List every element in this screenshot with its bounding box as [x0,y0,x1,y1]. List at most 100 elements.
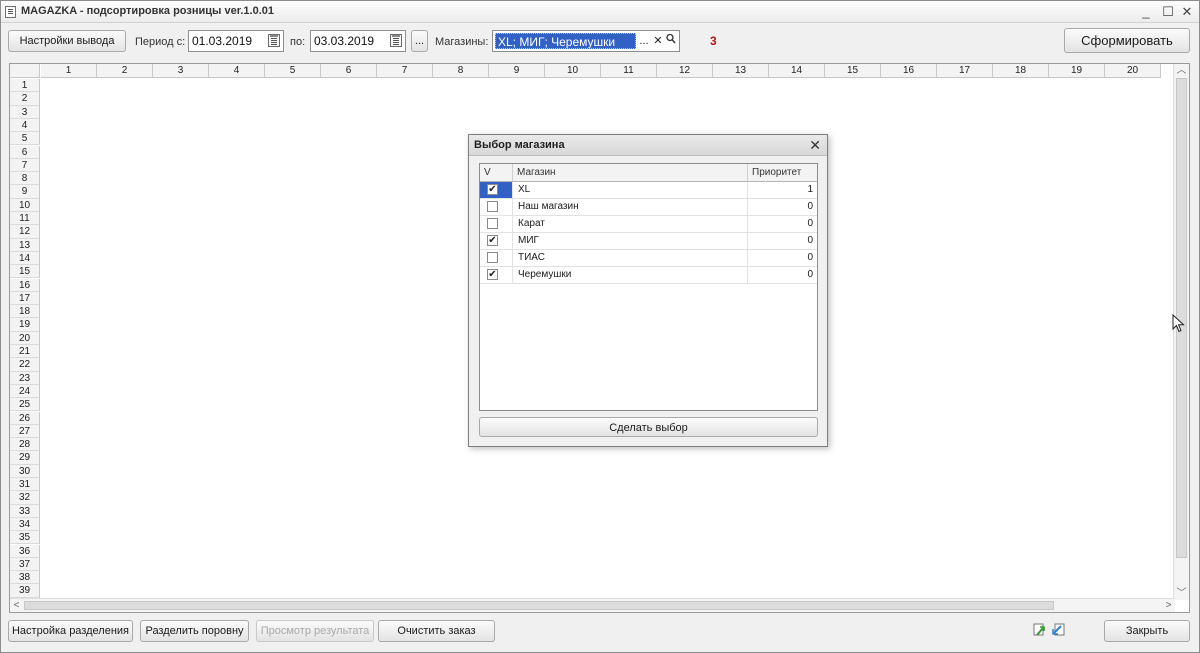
sheet-row-header[interactable]: 11 [10,212,40,226]
sheet-column-header[interactable]: 4 [209,64,265,78]
sheet-column-header[interactable]: 19 [1049,64,1105,78]
sheet-column-header[interactable]: 5 [265,64,321,78]
sheet-row-header[interactable]: 25 [10,398,40,412]
sheet-row-header[interactable]: 29 [10,451,40,465]
sheet-row-header[interactable]: 4 [10,118,40,133]
sheet-row-header[interactable]: 12 [10,225,40,239]
sheet-row-header[interactable]: 36 [10,544,40,558]
store-row[interactable]: ТИАС 0 [480,250,817,267]
sheet-row-header[interactable]: 3 [10,105,40,119]
sheet-column-header[interactable]: 20 [1105,64,1161,78]
sheet-row-header[interactable]: 21 [10,345,40,359]
date-to-field[interactable]: 03.03.2019 [310,30,406,52]
sheet-row-header[interactable]: 32 [10,491,40,505]
sheet-row-header[interactable]: 8 [10,172,40,186]
sheet-column-header[interactable]: 12 [657,64,713,78]
sheet-column-header[interactable]: 16 [881,64,937,78]
sheet-row-header[interactable]: 14 [10,251,40,266]
scroll-right-icon[interactable]: > [1162,599,1175,612]
import-icon[interactable] [1051,623,1065,637]
sheet-row-header[interactable]: 16 [10,278,40,292]
sheet-column-header[interactable]: 6 [321,64,377,78]
store-checkbox[interactable]: ✔ [487,235,498,246]
store-priority-cell[interactable]: 0 [748,267,817,283]
sheet-row-header[interactable]: 18 [10,305,40,319]
sheet-column-header[interactable]: 7 [377,64,433,78]
sheet-row-header[interactable]: 19 [10,318,40,332]
sheet-row-header[interactable]: 28 [10,438,40,452]
close-icon[interactable]: ✕ [809,137,821,154]
sheet-row-header[interactable]: 5 [10,132,40,146]
make-selection-button[interactable]: Сделать выбор [479,417,818,437]
store-priority-cell[interactable]: 0 [748,216,817,232]
sheet-row-header[interactable]: 38 [10,571,40,585]
sheet-column-header[interactable]: 15 [825,64,881,78]
split-settings-button[interactable]: Настройка разделения [8,620,133,642]
sheet-row-header[interactable]: 31 [10,478,40,492]
search-icon[interactable] [665,33,677,49]
store-row[interactable]: Наш магазин 0 [480,199,817,216]
sheet-row-header[interactable]: 15 [10,265,40,279]
sheet-row-header[interactable]: 39 [10,584,40,598]
sheet-row-header[interactable]: 37 [10,557,40,572]
store-priority-cell[interactable]: 0 [748,233,817,249]
column-header-check[interactable]: V [480,164,513,182]
store-checkbox[interactable] [487,218,498,229]
sheet-row-header[interactable]: 34 [10,517,40,532]
sheet-row-header[interactable]: 24 [10,384,40,399]
sheet-column-header[interactable]: 13 [713,64,769,78]
sheet-row-header[interactable]: 30 [10,464,40,478]
store-row[interactable]: ✔ Черемушки 0 [480,267,817,284]
sheet-column-header[interactable]: 17 [937,64,993,78]
sheet-column-header[interactable]: 1 [41,64,97,78]
sheet-row-header[interactable]: 13 [10,238,40,252]
sheet-column-header[interactable]: 3 [153,64,209,78]
calendar-icon[interactable] [268,34,280,47]
store-row[interactable]: Карат 0 [480,216,817,233]
store-priority-cell[interactable]: 0 [748,250,817,266]
export-icon[interactable] [1033,623,1047,637]
sheet-column-header[interactable]: 11 [601,64,657,78]
sheet-row-header[interactable]: 35 [10,531,40,545]
sheet-row-header[interactable]: 26 [10,411,40,425]
minimize-button[interactable]: _ [1137,3,1155,20]
column-header-store[interactable]: Магазин [513,164,748,182]
scroll-up-icon[interactable]: ︿ [1175,64,1188,77]
sheet-column-header[interactable]: 14 [769,64,825,78]
store-checkbox[interactable] [487,201,498,212]
scroll-down-icon[interactable]: ﹀ [1175,587,1188,600]
sheet-column-header[interactable]: 10 [545,64,601,78]
close-button[interactable]: Закрыть [1104,620,1190,642]
store-priority-cell[interactable]: 1 [748,182,817,198]
store-checkbox[interactable]: ✔ [487,269,498,280]
stores-field[interactable]: XL; МИГ; Черемушки ... ✕ [492,30,680,52]
store-checkbox[interactable]: ✔ [487,184,498,195]
stores-value[interactable]: XL; МИГ; Черемушки [495,33,636,49]
sheet-column-header[interactable]: 9 [489,64,545,78]
stores-choose-button[interactable]: ... [638,33,650,49]
split-evenly-button[interactable]: Разделить поровну [140,620,249,642]
preview-result-button[interactable]: Просмотр результата [256,620,374,642]
maximize-button[interactable]: ☐ [1159,3,1177,20]
sheet-row-header[interactable]: 17 [10,291,40,306]
horizontal-scrollbar[interactable]: < > [10,598,1175,612]
sheet-column-header[interactable]: 2 [97,64,153,78]
generate-button[interactable]: Сформировать [1064,28,1190,53]
date-from-field[interactable]: 01.03.2019 [188,30,284,52]
clear-order-button[interactable]: Очистить заказ [378,620,495,642]
sheet-row-header[interactable]: 27 [10,424,40,439]
sheet-row-header[interactable]: 2 [10,92,40,106]
store-row[interactable]: ✔ XL 1 [480,182,817,199]
sheet-row-header[interactable]: 10 [10,198,40,212]
store-priority-cell[interactable]: 0 [748,199,817,215]
sheet-row-header[interactable]: 7 [10,158,40,173]
clear-icon[interactable]: ✕ [652,33,664,49]
sheet-row-header[interactable]: 1 [10,79,40,93]
period-picker-button[interactable]: ... [411,30,428,52]
sheet-column-header[interactable]: 18 [993,64,1049,78]
store-checkbox[interactable] [487,252,498,263]
sheet-row-header[interactable]: 33 [10,504,40,518]
sheet-row-header[interactable]: 9 [10,185,40,199]
scroll-left-icon[interactable]: < [10,599,23,612]
sheet-row-header[interactable]: 23 [10,371,40,385]
